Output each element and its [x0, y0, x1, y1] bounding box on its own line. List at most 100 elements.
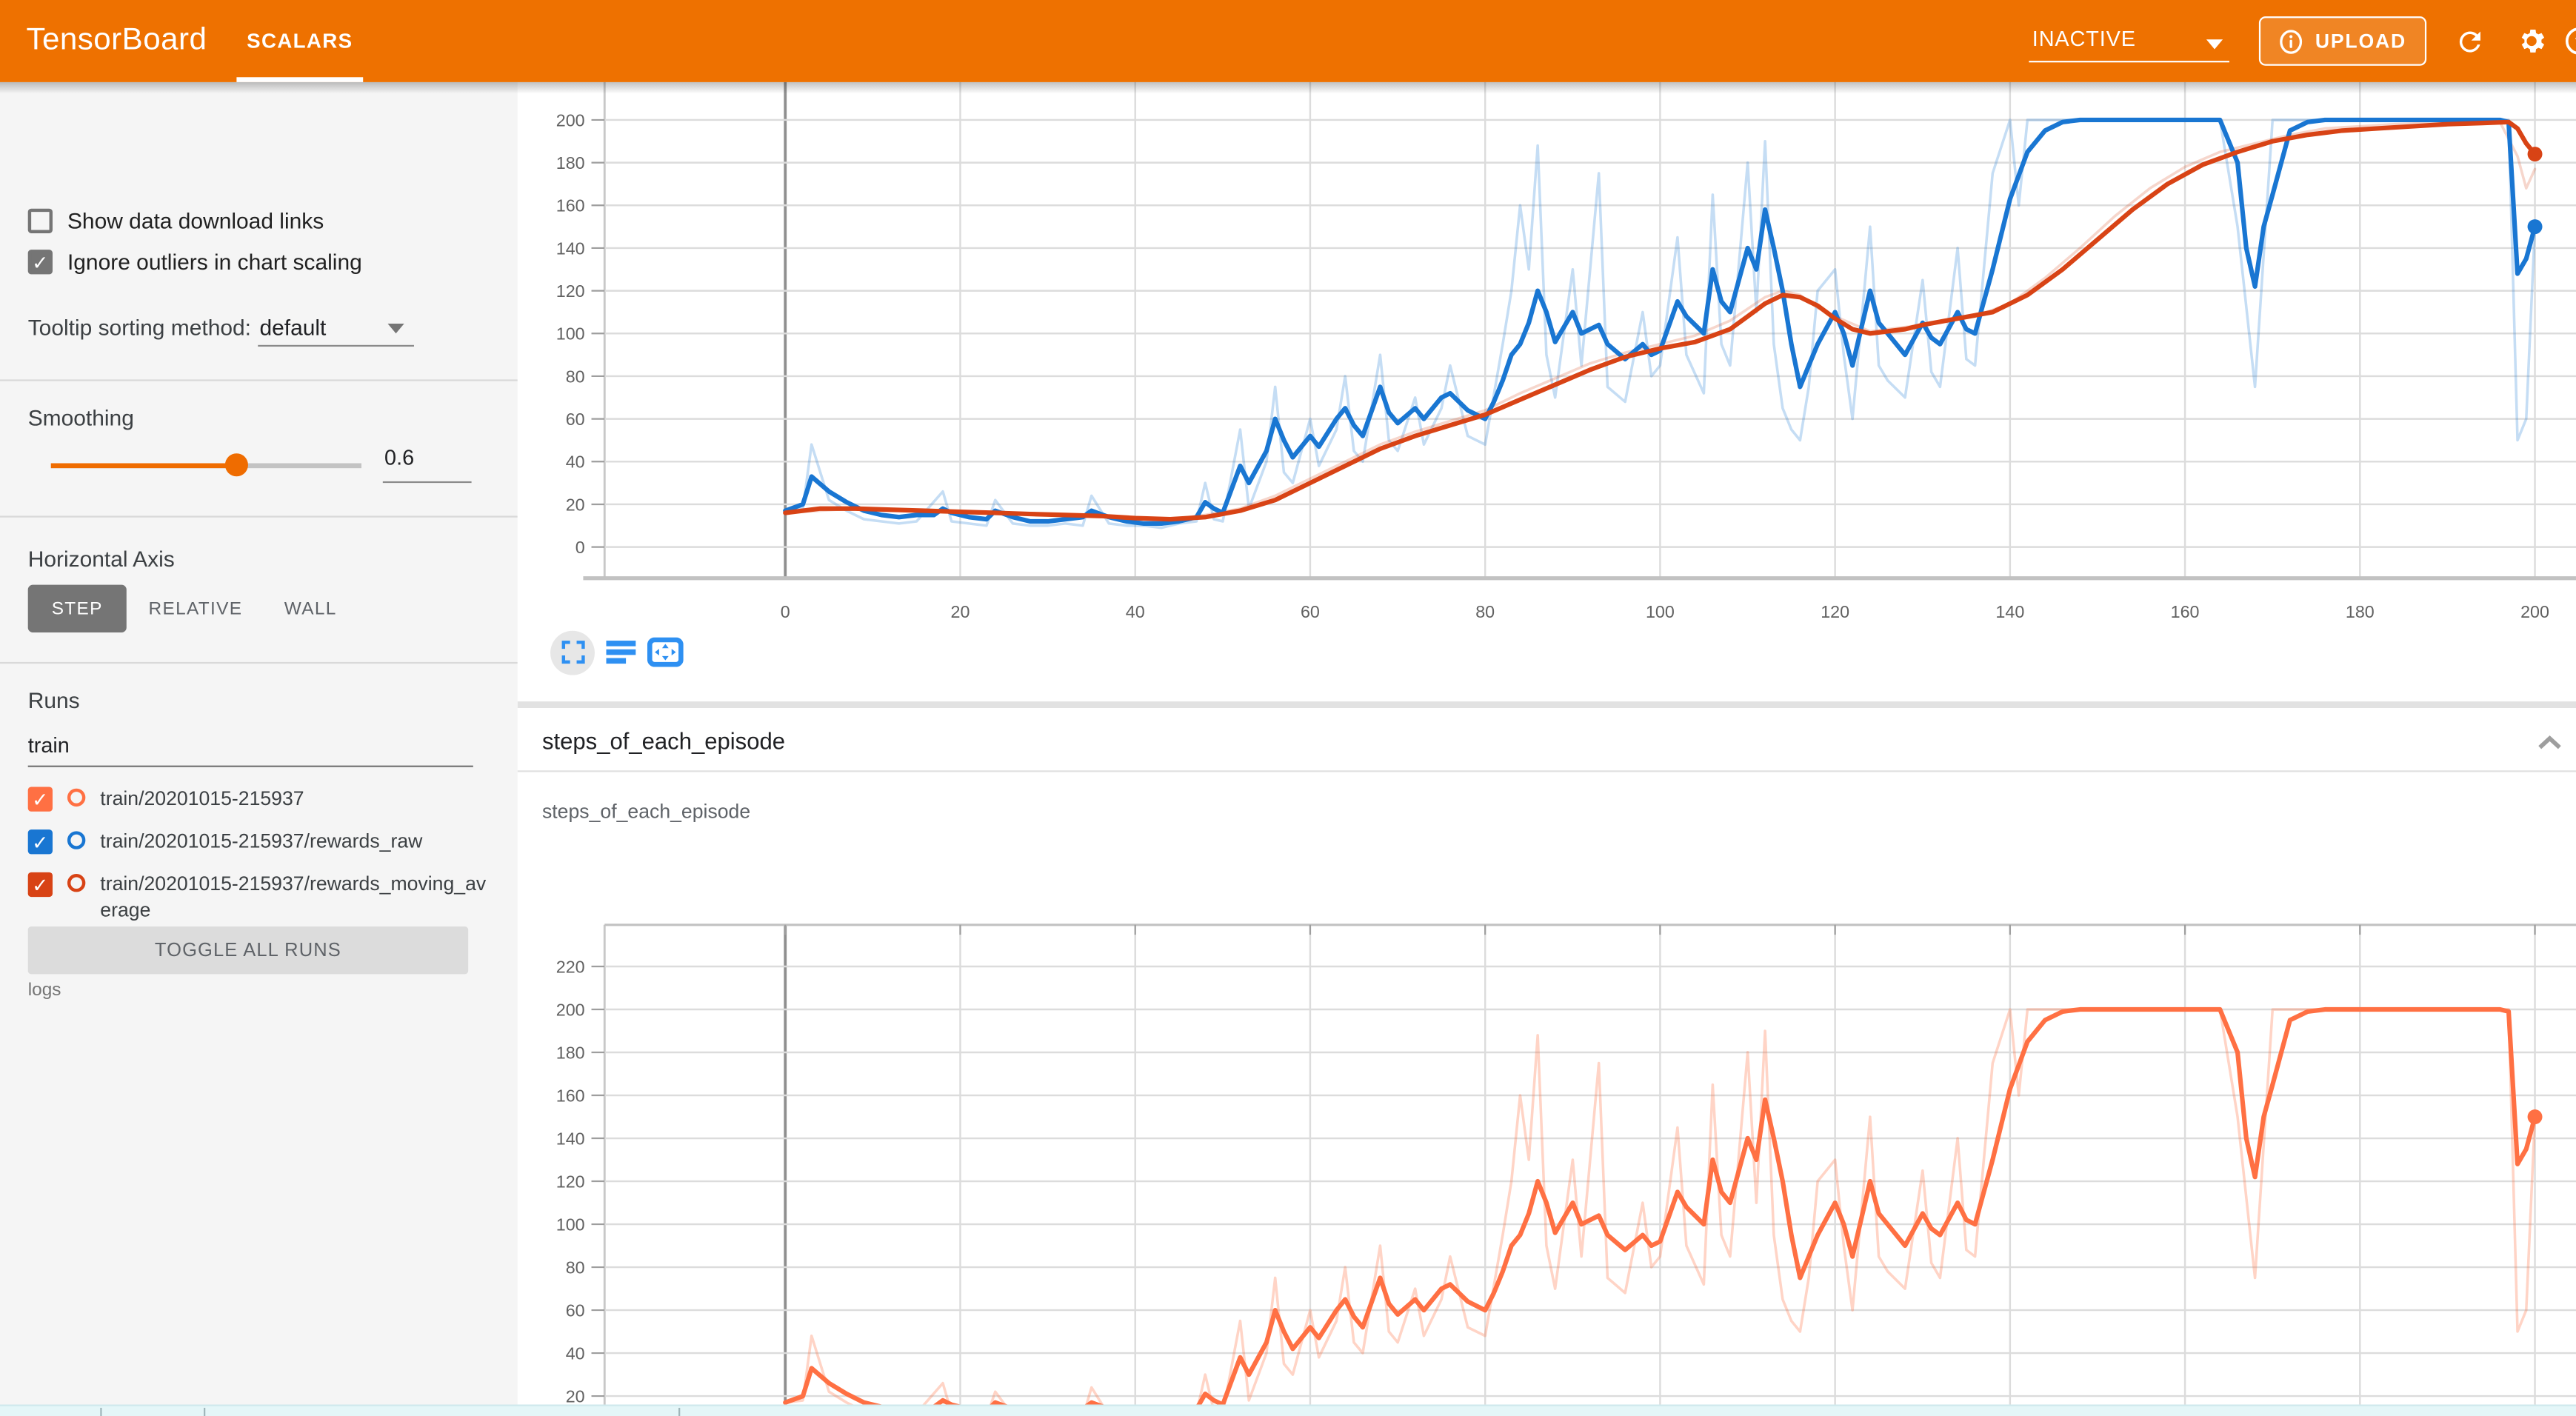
- tooltip-sorting-underline: [258, 345, 414, 347]
- svg-text:80: 80: [566, 367, 585, 386]
- svg-text:20: 20: [951, 602, 970, 621]
- scrollbar-tick: [678, 1408, 680, 1416]
- tooltip-sorting-label: Tooltip sorting method:: [28, 315, 251, 340]
- svg-text:40: 40: [566, 1343, 585, 1363]
- run-row[interactable]: ✓ train/20201015-215937/rewards_raw: [28, 828, 490, 855]
- section-divider: [518, 701, 2576, 708]
- checkbox-label: Show data download links: [67, 209, 324, 233]
- tooltip-sorting-dropdown[interactable]: default: [259, 315, 326, 340]
- smoothing-label: Smoothing: [28, 406, 134, 430]
- run-radio[interactable]: [67, 874, 85, 892]
- status-dropdown[interactable]: INACTIVE: [2032, 26, 2229, 62]
- run-row[interactable]: ✓ train/20201015-215937: [28, 785, 490, 812]
- svg-text:180: 180: [556, 1043, 585, 1062]
- checkbox-label: Ignore outliers in chart scaling: [67, 250, 362, 274]
- smoothing-value-input[interactable]: 0.6: [384, 445, 414, 470]
- section-header-steps[interactable]: steps_of_each_episode: [518, 708, 2576, 772]
- section-title: steps_of_each_episode: [542, 728, 785, 754]
- run-checkbox[interactable]: ✓: [28, 872, 53, 897]
- svg-text:20: 20: [566, 1386, 585, 1406]
- svg-text:0: 0: [575, 538, 585, 557]
- svg-text:100: 100: [1646, 602, 1675, 621]
- toggle-all-runs-button[interactable]: TOGGLE ALL RUNS: [28, 926, 468, 974]
- status-dropdown-underline: [2029, 61, 2229, 62]
- runs-menu-icon: [606, 639, 635, 665]
- svg-text:180: 180: [2346, 602, 2375, 621]
- checkbox-ignore-outliers[interactable]: ✓ Ignore outliers in chart scaling: [28, 250, 362, 274]
- svg-text:200: 200: [2520, 602, 2549, 621]
- run-label: train/20201015-215937/rewards_raw: [100, 828, 422, 855]
- steps-chart[interactable]: 020406080100120140160180200220: [518, 863, 2576, 1416]
- divider: [0, 662, 518, 664]
- runs-filter-input[interactable]: [28, 732, 473, 757]
- svg-text:20: 20: [566, 495, 585, 514]
- svg-text:80: 80: [1475, 602, 1495, 621]
- svg-text:100: 100: [556, 1215, 585, 1234]
- scrollbar-tick: [100, 1408, 101, 1416]
- chevron-up-icon[interactable]: [2537, 729, 2563, 759]
- smoothing-slider-fill: [51, 464, 238, 468]
- horizontal-axis-label: Horizontal Axis: [28, 547, 175, 572]
- bottom-scrollbar[interactable]: [0, 1404, 2576, 1416]
- tensorboard-app: TensorBoard SCALARS INACTIVE UPLOAD: [0, 0, 2576, 1416]
- svg-text:180: 180: [556, 153, 585, 173]
- chart-toolbar: [550, 627, 684, 677]
- smoothing-slider-thumb[interactable]: [226, 453, 249, 476]
- svg-text:60: 60: [1301, 602, 1320, 621]
- main-content: 0 20 40 60 80 100 120 140 160 180 200 0 20 40 60 80 100 1…: [518, 82, 2576, 1416]
- rewards-chart[interactable]: 0204060801001201401601802000204060801001…: [518, 82, 2576, 641]
- svg-text:140: 140: [1995, 602, 2024, 621]
- fit-data-icon: [647, 638, 684, 667]
- logs-directory-label: logs: [28, 981, 61, 1001]
- run-checkbox[interactable]: ✓: [28, 829, 53, 854]
- status-dropdown-value: INACTIVE: [2032, 26, 2136, 50]
- app-title: TensorBoard: [26, 23, 207, 59]
- run-radio[interactable]: [67, 789, 85, 806]
- settings-gear-icon[interactable]: [2512, 21, 2551, 61]
- chevron-down-icon: [2206, 39, 2223, 49]
- svg-text:200: 200: [556, 1000, 585, 1019]
- checkbox-show-download-links[interactable]: Show data download links: [28, 209, 324, 233]
- help-icon[interactable]: ?: [2560, 21, 2576, 61]
- svg-text:120: 120: [556, 281, 585, 301]
- divider: [0, 379, 518, 381]
- svg-text:140: 140: [556, 1129, 585, 1148]
- svg-text:60: 60: [566, 410, 585, 429]
- fit-domain-button[interactable]: [647, 638, 684, 667]
- svg-text:0: 0: [781, 602, 790, 621]
- expand-chart-button[interactable]: [550, 630, 595, 675]
- tab-active-underline: [236, 77, 363, 82]
- scrollbar-tick: [204, 1408, 205, 1416]
- checkbox-icon: [28, 209, 53, 233]
- refresh-icon[interactable]: [2449, 21, 2489, 61]
- axis-button-relative[interactable]: RELATIVE: [146, 585, 244, 632]
- run-checkbox[interactable]: ✓: [28, 787, 53, 811]
- run-label: train/20201015-215937/rewards_moving_ave…: [100, 871, 490, 924]
- svg-text:40: 40: [1126, 602, 1145, 621]
- upload-button[interactable]: UPLOAD: [2259, 16, 2426, 66]
- svg-text:80: 80: [566, 1258, 585, 1277]
- svg-text:160: 160: [2171, 602, 2200, 621]
- runs-filter-underline: [28, 766, 473, 767]
- expand-icon: [559, 639, 585, 665]
- smoothing-value-underline: [383, 481, 472, 483]
- run-radio[interactable]: [67, 831, 85, 849]
- svg-text:40: 40: [566, 452, 585, 472]
- info-icon: [2279, 29, 2303, 53]
- chevron-down-icon: [387, 324, 404, 333]
- svg-text:120: 120: [556, 1172, 585, 1191]
- axis-button-wall[interactable]: WALL: [268, 585, 353, 632]
- app-header: TensorBoard SCALARS INACTIVE UPLOAD: [0, 0, 2576, 82]
- upload-button-label: UPLOAD: [2315, 30, 2406, 53]
- runs-selector-button[interactable]: [606, 639, 635, 665]
- run-row[interactable]: ✓ train/20201015-215937/rewards_moving_av…: [28, 871, 490, 924]
- axis-button-step[interactable]: STEP: [28, 585, 127, 632]
- svg-text:200: 200: [556, 110, 585, 130]
- tab-scalars[interactable]: SCALARS: [236, 0, 363, 82]
- runs-label: Runs: [28, 688, 80, 712]
- svg-text:60: 60: [566, 1300, 585, 1320]
- divider: [0, 515, 518, 517]
- svg-text:160: 160: [556, 196, 585, 216]
- svg-text:160: 160: [556, 1086, 585, 1105]
- run-label: train/20201015-215937: [100, 785, 304, 812]
